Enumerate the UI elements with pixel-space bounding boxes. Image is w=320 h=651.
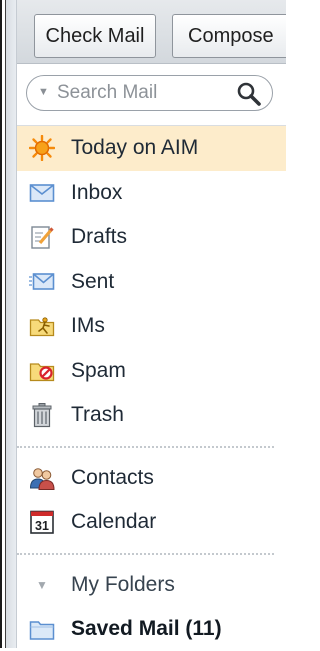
- envelope-icon: [29, 183, 55, 202]
- folders-collapse-caret-icon[interactable]: ▼: [29, 578, 55, 592]
- magnifier-icon[interactable]: [236, 81, 262, 107]
- nav-item-drafts[interactable]: Drafts: [17, 215, 286, 260]
- calendar-date-text: 31: [35, 519, 49, 533]
- my-folders-header[interactable]: ▼ My Folders: [17, 563, 286, 607]
- contacts-icon: [29, 467, 55, 490]
- nav-label-spam: Spam: [71, 358, 126, 382]
- nav-item-sent[interactable]: Sent: [17, 260, 286, 305]
- nav-label-inbox: Inbox: [71, 180, 123, 204]
- folder-icon: [29, 620, 55, 640]
- mail-navigation: Today on AIM Inbox Drafts Sent IMs Spam …: [17, 126, 286, 651]
- nav-item-ims[interactable]: IMs: [17, 304, 286, 349]
- nav-divider: [17, 438, 286, 456]
- check-mail-button[interactable]: Check Mail: [34, 14, 156, 58]
- mail-toolbar: Check Mail Compose: [17, 0, 286, 64]
- sent-envelope-icon: [29, 272, 55, 290]
- folder-label-saved-mail: Saved Mail (11): [71, 616, 222, 640]
- nav-label-today-on-aim: Today on AIM: [71, 136, 199, 160]
- spam-folder-icon: [29, 363, 55, 381]
- calendar-icon: 31: [30, 510, 54, 535]
- compose-button[interactable]: Compose: [172, 14, 286, 58]
- nav-label-calendar: Calendar: [71, 510, 157, 534]
- trash-can-icon: [32, 403, 52, 428]
- folder-item-saved-mail[interactable]: Saved Mail (11): [17, 607, 286, 651]
- im-folder-icon: [29, 317, 55, 337]
- search-options-caret-icon[interactable]: ▼: [38, 86, 49, 98]
- nav-label-contacts: Contacts: [71, 465, 154, 489]
- draft-pencil-icon: [31, 226, 54, 249]
- nav-label-trash: Trash: [71, 403, 124, 427]
- mail-window-frame: Check Mail Compose ▼ Search Mail Today o…: [0, 0, 286, 651]
- nav-item-spam[interactable]: Spam: [17, 349, 286, 394]
- my-folders-label: My Folders: [71, 572, 175, 596]
- nav-label-ims: IMs: [71, 314, 105, 338]
- sun-icon: [29, 135, 55, 162]
- search-box[interactable]: ▼: [26, 75, 273, 111]
- left-window-edge: [0, 0, 16, 648]
- nav-item-trash[interactable]: Trash: [17, 393, 286, 438]
- nav-item-today-on-aim[interactable]: Today on AIM: [17, 126, 286, 171]
- nav-label-sent: Sent: [71, 269, 115, 293]
- nav-label-drafts: Drafts: [71, 225, 128, 249]
- nav-item-calendar[interactable]: 31 Calendar: [17, 500, 286, 545]
- mail-sidebar: Check Mail Compose ▼ Search Mail Today o…: [16, 0, 286, 651]
- nav-item-contacts[interactable]: Contacts: [17, 456, 286, 501]
- nav-divider: [17, 545, 286, 563]
- search-area: ▼: [17, 64, 286, 126]
- nav-item-inbox[interactable]: Inbox: [17, 171, 286, 216]
- search-input[interactable]: [57, 79, 227, 107]
